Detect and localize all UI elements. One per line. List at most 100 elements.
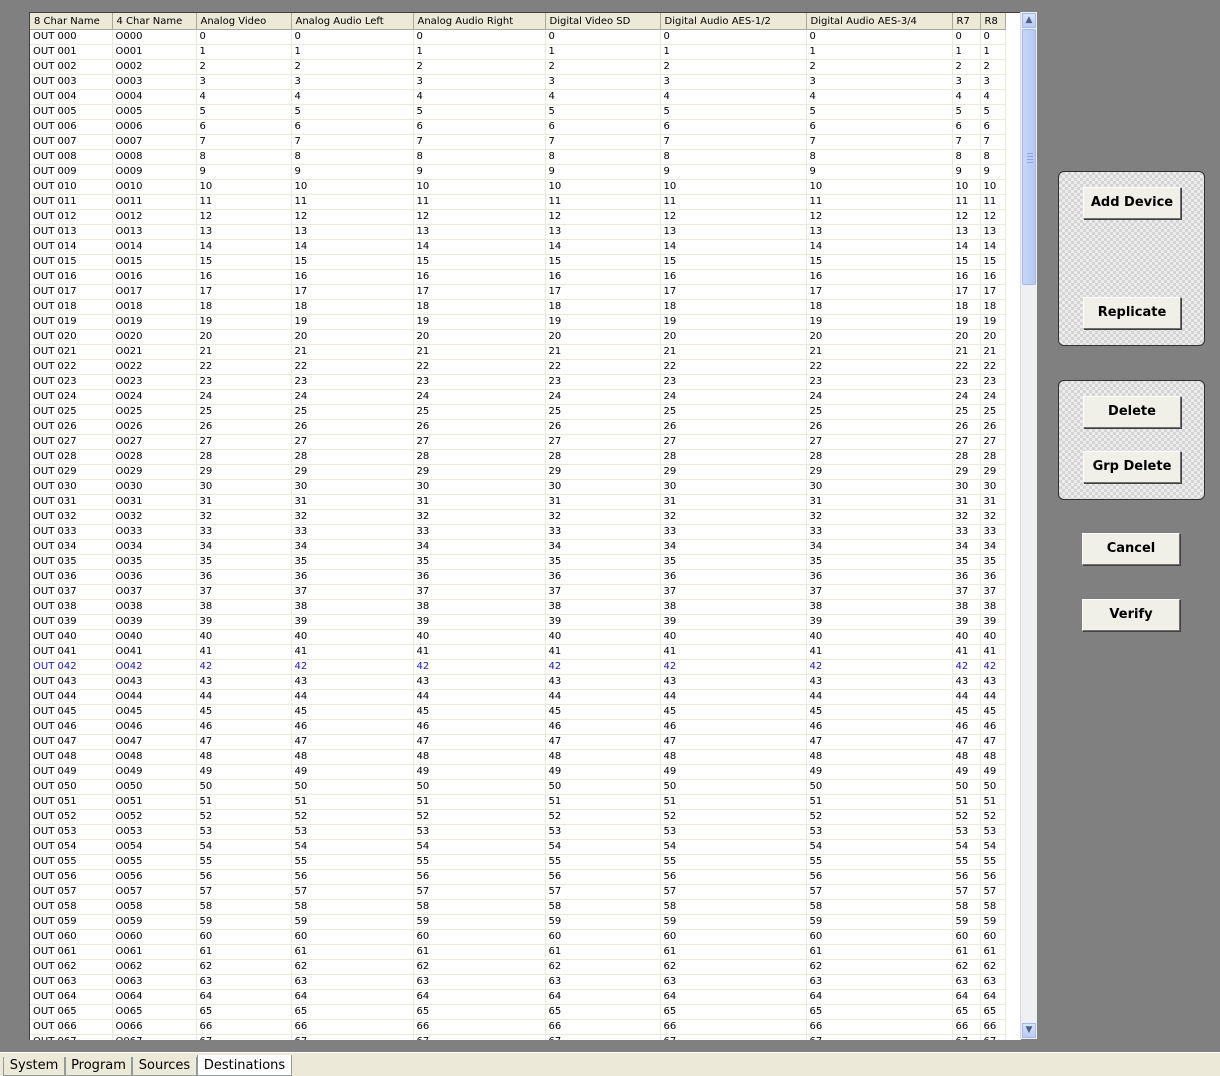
table-cell[interactable]: OUT 044 bbox=[30, 689, 113, 705]
table-cell[interactable]: 42 bbox=[291, 659, 414, 675]
table-cell[interactable]: 64 bbox=[545, 989, 661, 1005]
table-cell[interactable]: O053 bbox=[112, 824, 197, 840]
table-cell[interactable]: 50 bbox=[413, 779, 546, 795]
table-cell[interactable]: 29 bbox=[806, 464, 953, 480]
table-cell[interactable]: 58 bbox=[196, 899, 292, 915]
table-row[interactable]: OUT 032 O032 32 32 32 32 32 32 32 32 bbox=[30, 509, 1006, 525]
table-row[interactable]: OUT 027 O027 27 27 27 27 27 27 27 27 bbox=[30, 434, 1006, 450]
vertical-scrollbar[interactable]: ▲ ▼ bbox=[1020, 12, 1037, 1039]
table-cell[interactable]: OUT 030 bbox=[30, 479, 113, 495]
table-cell[interactable]: 25 bbox=[806, 404, 953, 420]
table-cell[interactable]: OUT 065 bbox=[30, 1004, 113, 1020]
table-cell[interactable]: OUT 005 bbox=[30, 104, 113, 120]
table-cell[interactable]: 17 bbox=[980, 284, 1006, 300]
table-row[interactable]: OUT 033 O033 33 33 33 33 33 33 33 33 bbox=[30, 524, 1006, 540]
table-cell[interactable]: 25 bbox=[952, 404, 981, 420]
table-cell[interactable]: 19 bbox=[291, 314, 414, 330]
table-cell[interactable]: 44 bbox=[196, 689, 292, 705]
table-cell[interactable]: 12 bbox=[291, 209, 414, 225]
table-cell[interactable]: OUT 053 bbox=[30, 824, 113, 840]
table-cell[interactable]: OUT 016 bbox=[30, 269, 113, 285]
table-cell[interactable]: 63 bbox=[952, 974, 981, 990]
table-cell[interactable]: 62 bbox=[806, 959, 953, 975]
table-cell[interactable]: 9 bbox=[413, 164, 546, 180]
table-cell[interactable]: O060 bbox=[112, 929, 197, 945]
table-cell[interactable]: 24 bbox=[660, 389, 807, 405]
table-cell[interactable]: 55 bbox=[545, 854, 661, 870]
table-cell[interactable]: 10 bbox=[952, 179, 981, 195]
table-cell[interactable]: 24 bbox=[413, 389, 546, 405]
table-row[interactable]: OUT 049 O049 49 49 49 49 49 49 49 49 bbox=[30, 764, 1006, 780]
tab-destinations[interactable]: Destinations bbox=[197, 1055, 292, 1076]
table-cell[interactable]: 33 bbox=[980, 524, 1006, 540]
table-row[interactable]: OUT 023 O023 23 23 23 23 23 23 23 23 bbox=[30, 374, 1006, 390]
table-cell[interactable]: 31 bbox=[806, 494, 953, 510]
table-row[interactable]: OUT 040 O040 40 40 40 40 40 40 40 40 bbox=[30, 629, 1006, 645]
table-cell[interactable]: 48 bbox=[413, 749, 546, 765]
table-cell[interactable]: 10 bbox=[660, 179, 807, 195]
table-cell[interactable]: 13 bbox=[545, 224, 661, 240]
table-cell[interactable]: 44 bbox=[545, 689, 661, 705]
table-cell[interactable]: 40 bbox=[980, 629, 1006, 645]
table-cell[interactable]: 67 bbox=[291, 1034, 414, 1040]
table-cell[interactable]: 37 bbox=[806, 584, 953, 600]
table-cell[interactable]: OUT 019 bbox=[30, 314, 113, 330]
table-cell[interactable]: O056 bbox=[112, 869, 197, 885]
table-cell[interactable]: 60 bbox=[806, 929, 953, 945]
table-cell[interactable]: O027 bbox=[112, 434, 197, 450]
table-cell[interactable]: 41 bbox=[952, 644, 981, 660]
table-cell[interactable]: 9 bbox=[952, 164, 981, 180]
add-device-button[interactable]: Add Device bbox=[1083, 187, 1181, 219]
table-cell[interactable]: 48 bbox=[291, 749, 414, 765]
table-cell[interactable]: 0 bbox=[291, 29, 414, 45]
table-cell[interactable]: 6 bbox=[291, 119, 414, 135]
table-cell[interactable]: 56 bbox=[545, 869, 661, 885]
table-cell[interactable]: 37 bbox=[196, 584, 292, 600]
table-cell[interactable]: 48 bbox=[660, 749, 807, 765]
table-cell[interactable]: 49 bbox=[545, 764, 661, 780]
table-cell[interactable]: 8 bbox=[196, 149, 292, 165]
table-cell[interactable]: 44 bbox=[413, 689, 546, 705]
table-cell[interactable]: 51 bbox=[980, 794, 1006, 810]
table-cell[interactable]: 46 bbox=[545, 719, 661, 735]
table-cell[interactable]: OUT 011 bbox=[30, 194, 113, 210]
table-row[interactable]: OUT 012 O012 12 12 12 12 12 12 12 12 bbox=[30, 209, 1006, 225]
table-cell[interactable]: 41 bbox=[660, 644, 807, 660]
table-cell[interactable]: 59 bbox=[291, 914, 414, 930]
table-cell[interactable]: OUT 007 bbox=[30, 134, 113, 150]
table-row[interactable]: OUT 022 O022 22 22 22 22 22 22 22 22 bbox=[30, 359, 1006, 375]
table-row[interactable]: OUT 028 O028 28 28 28 28 28 28 28 28 bbox=[30, 449, 1006, 465]
table-cell[interactable]: 4 bbox=[806, 89, 953, 105]
table-cell[interactable]: 51 bbox=[413, 794, 546, 810]
table-cell[interactable]: 64 bbox=[660, 989, 807, 1005]
table-row[interactable]: OUT 064 O064 64 64 64 64 64 64 64 64 bbox=[30, 989, 1006, 1005]
table-cell[interactable]: 54 bbox=[980, 839, 1006, 855]
table-cell[interactable]: O029 bbox=[112, 464, 197, 480]
table-cell[interactable]: O012 bbox=[112, 209, 197, 225]
table-cell[interactable]: OUT 023 bbox=[30, 374, 113, 390]
table-cell[interactable]: OUT 059 bbox=[30, 914, 113, 930]
table-cell[interactable]: OUT 032 bbox=[30, 509, 113, 525]
table-cell[interactable]: 21 bbox=[806, 344, 953, 360]
table-row[interactable]: OUT 014 O014 14 14 14 14 14 14 14 14 bbox=[30, 239, 1006, 255]
table-cell[interactable]: 19 bbox=[980, 314, 1006, 330]
table-cell[interactable]: 13 bbox=[980, 224, 1006, 240]
table-cell[interactable]: 12 bbox=[413, 209, 546, 225]
table-cell[interactable]: 57 bbox=[413, 884, 546, 900]
table-cell[interactable]: O032 bbox=[112, 509, 197, 525]
table-cell[interactable]: 35 bbox=[806, 554, 953, 570]
table-cell[interactable]: 7 bbox=[806, 134, 953, 150]
table-cell[interactable]: 30 bbox=[413, 479, 546, 495]
table-cell[interactable]: 38 bbox=[291, 599, 414, 615]
table-cell[interactable]: 49 bbox=[952, 764, 981, 780]
table-cell[interactable]: 13 bbox=[660, 224, 807, 240]
table-cell[interactable]: 31 bbox=[980, 494, 1006, 510]
table-cell[interactable]: 64 bbox=[806, 989, 953, 1005]
table-cell[interactable]: 23 bbox=[806, 374, 953, 390]
table-row[interactable]: OUT 005 O005 5 5 5 5 5 5 5 5 bbox=[30, 104, 1006, 120]
table-row[interactable]: OUT 038 O038 38 38 38 38 38 38 38 38 bbox=[30, 599, 1006, 615]
table-cell[interactable]: 27 bbox=[291, 434, 414, 450]
table-cell[interactable]: OUT 009 bbox=[30, 164, 113, 180]
table-cell[interactable]: O022 bbox=[112, 359, 197, 375]
table-cell[interactable]: 52 bbox=[952, 809, 981, 825]
